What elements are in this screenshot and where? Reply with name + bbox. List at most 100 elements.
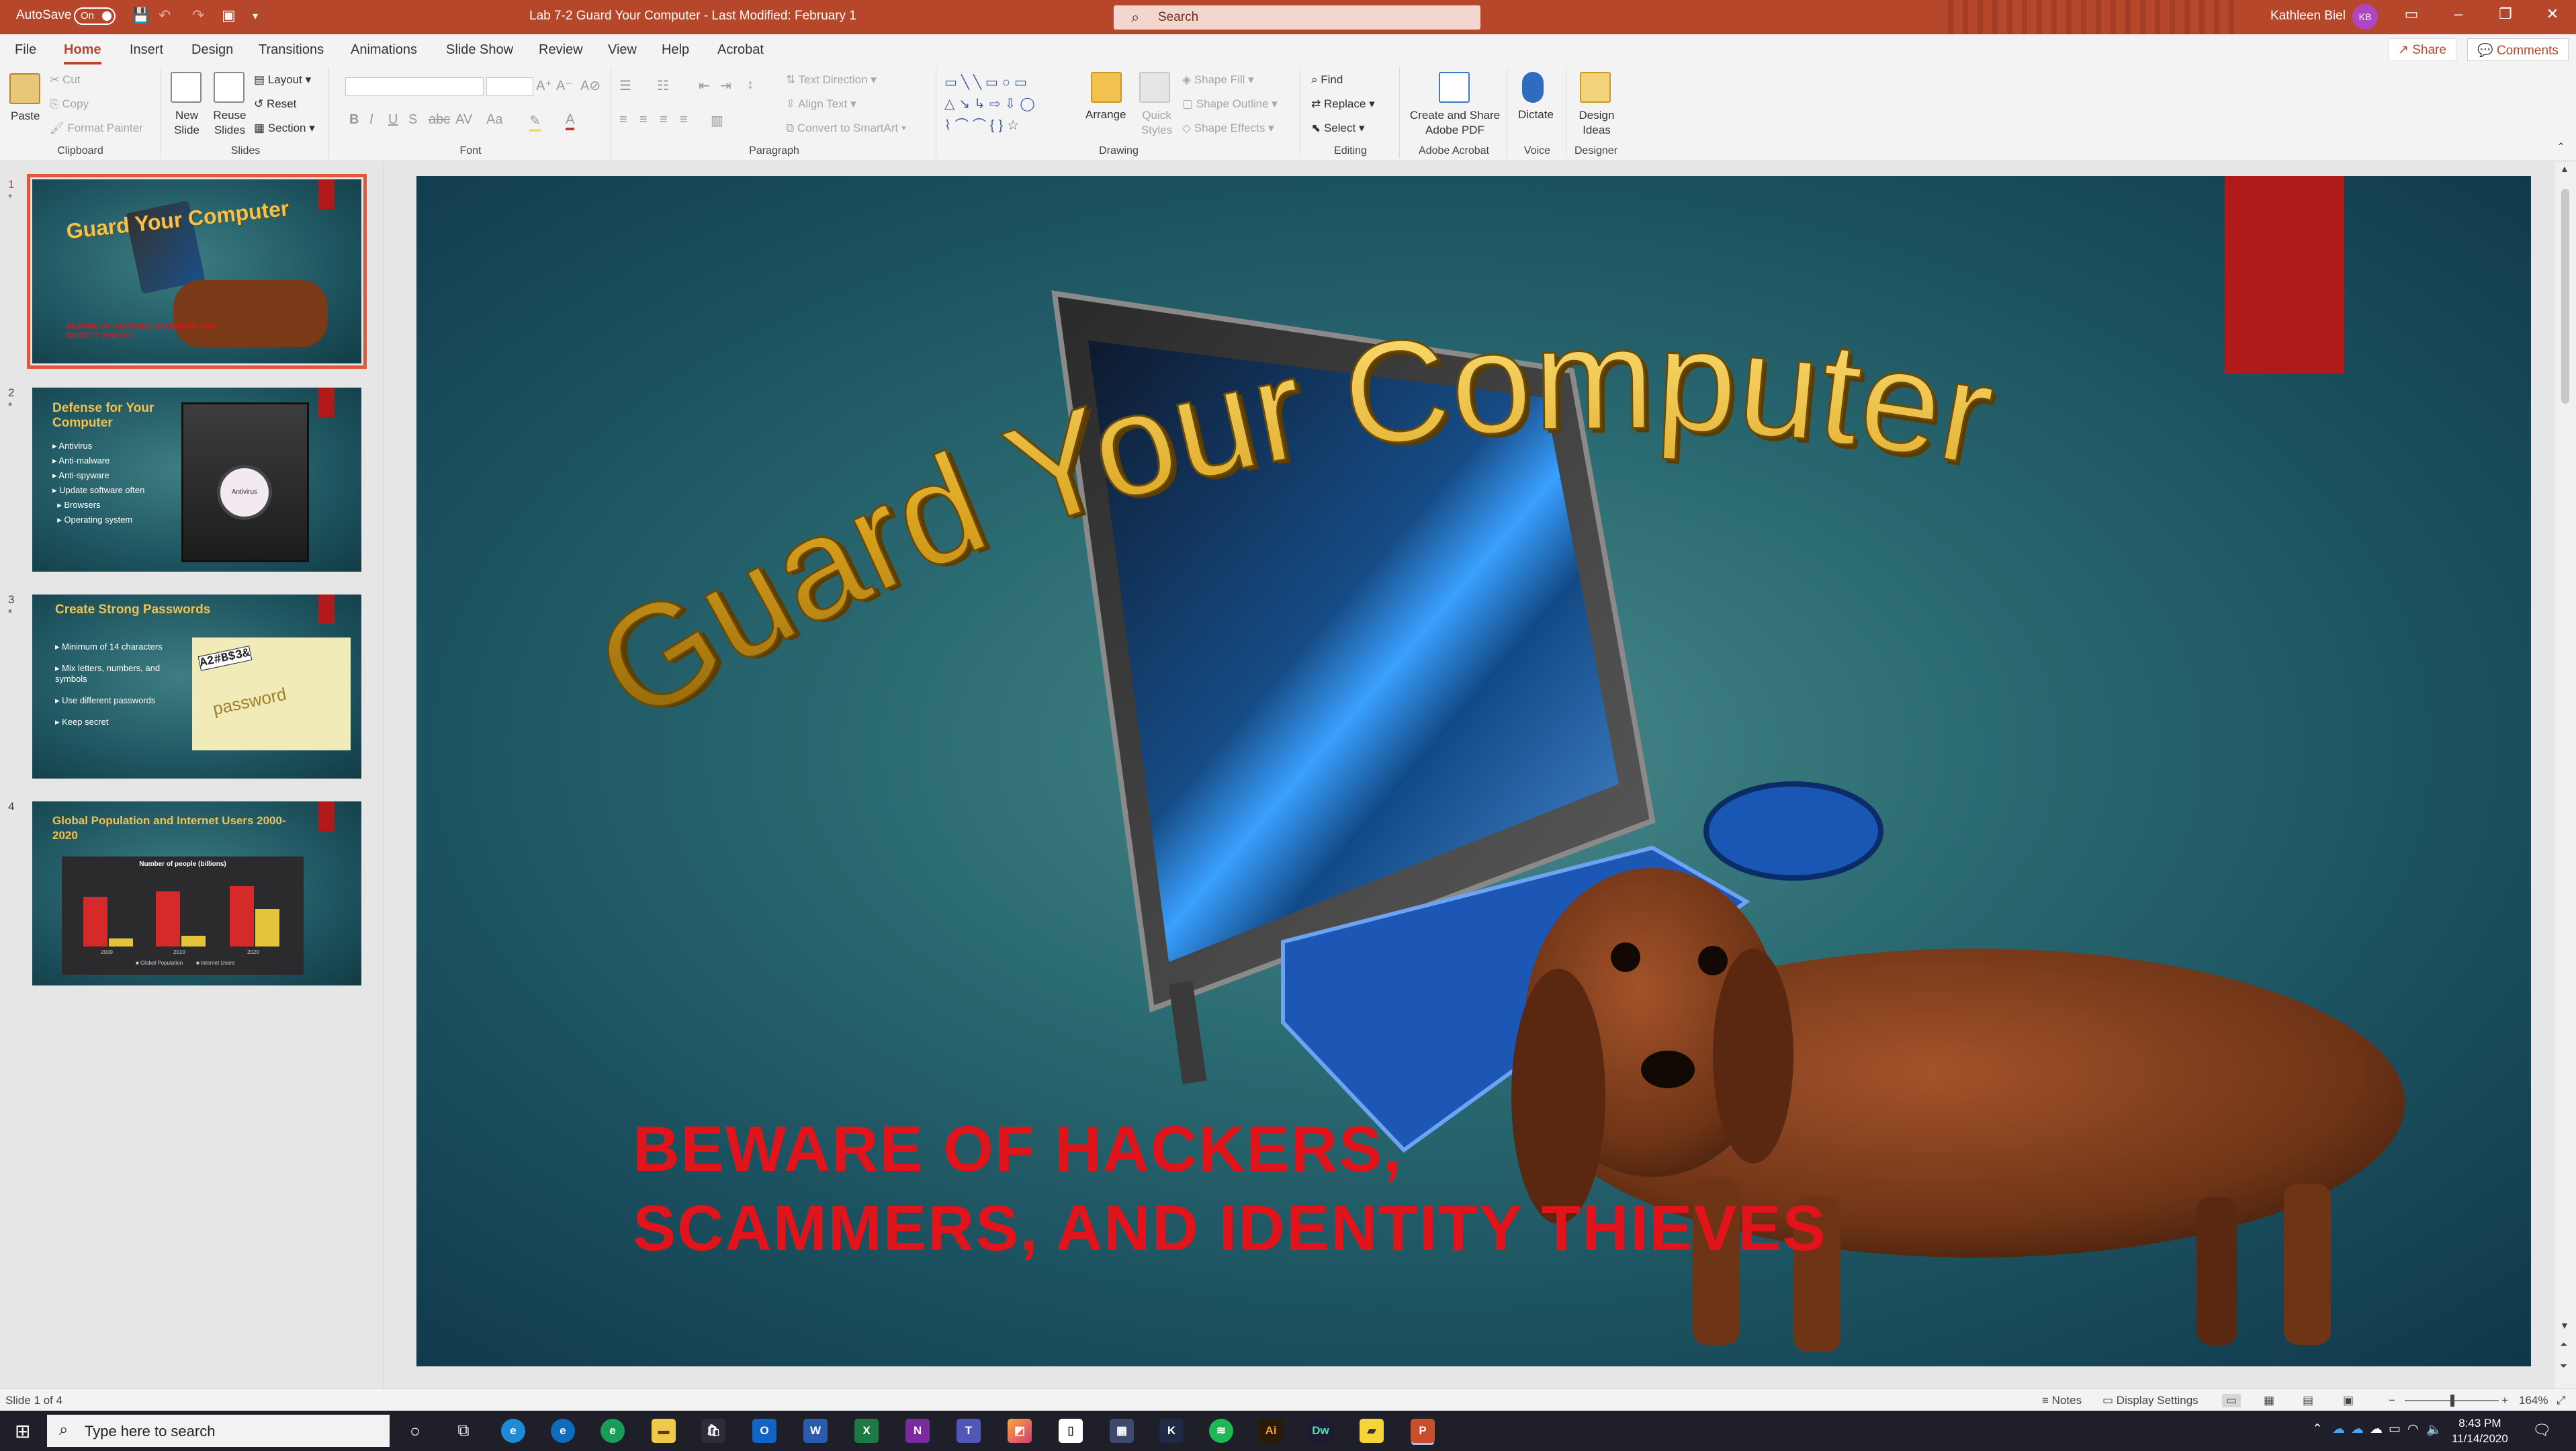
tab-transitions[interactable]: Transitions (259, 42, 324, 58)
zoom-out-icon[interactable]: − (2389, 1394, 2395, 1407)
tab-home[interactable]: Home (64, 42, 101, 64)
present-icon[interactable]: ▣ (222, 7, 236, 24)
highlight-icon[interactable]: ✎ (529, 112, 541, 132)
zoom-level[interactable]: 164% (2519, 1394, 2548, 1407)
shadow-icon[interactable]: S (408, 112, 417, 128)
convert-smartart-button[interactable]: ⧉ Convert to SmartArt ▾ (786, 122, 906, 135)
underline-icon[interactable]: U (388, 112, 398, 128)
windows-start-icon[interactable]: ⊞ (15, 1420, 30, 1442)
tab-help[interactable]: Help (662, 42, 689, 58)
vertical-scrollbar[interactable]: ▲ ▼ ⏶ ⏷ (2555, 162, 2576, 1389)
shape-outline-button[interactable]: ▢ Shape Outline ▾ (1182, 97, 1278, 111)
excel-icon[interactable]: X (854, 1419, 879, 1443)
quick-styles-icon[interactable] (1139, 72, 1170, 103)
fit-to-window-icon[interactable]: ⤢ (2557, 1394, 2566, 1407)
quick-styles-button[interactable]: Quick Styles (1137, 108, 1177, 138)
reuse-slides-button[interactable]: Reuse Slides (210, 108, 250, 138)
tab-file[interactable]: File (15, 42, 36, 58)
decrease-font-icon[interactable]: A⁻ (556, 77, 572, 94)
collapse-ribbon-icon[interactable]: ⌃ (2557, 140, 2565, 154)
display-settings-button[interactable]: ▭ Display Settings (2102, 1394, 2199, 1407)
next-slide-icon[interactable]: ⏷ (2560, 1360, 2567, 1372)
volume-icon[interactable]: 🔈 (2426, 1421, 2442, 1438)
increase-indent-icon[interactable]: ⇥ (720, 77, 731, 94)
reuse-slides-icon[interactable] (214, 72, 245, 103)
bullets-icon[interactable]: ☰ (619, 77, 631, 94)
tab-slide-show[interactable]: Slide Show (446, 42, 513, 58)
scroll-thumb[interactable] (2561, 189, 2569, 404)
paste-button[interactable]: Paste (11, 109, 40, 123)
slide-subtitle[interactable]: BEWARE OF HACKERS, SCAMMERS, AND IDENTIT… (633, 1110, 1827, 1268)
format-painter-button[interactable]: 🖌 Format Painter (50, 122, 143, 135)
scroll-down-icon[interactable]: ▼ (2560, 1320, 2569, 1331)
zoom-in-icon[interactable]: + (2501, 1394, 2508, 1407)
notes-button[interactable]: ≡ Notes (2042, 1394, 2082, 1407)
restore-icon[interactable]: ❐ (2492, 5, 2519, 23)
tab-acrobat[interactable]: Acrobat (717, 42, 764, 58)
sticky-notes-icon[interactable]: ▰ (1360, 1419, 1384, 1443)
main-slide[interactable]: Guard Your Computer Guard Your Computer … (416, 176, 2531, 1366)
justify-icon[interactable]: ≡ (680, 112, 688, 128)
task-view-icon[interactable]: ⧉ (451, 1419, 476, 1443)
font-color-icon[interactable]: A (566, 112, 575, 130)
undo-icon[interactable]: ↶ (159, 7, 171, 24)
slide-thumbnail-2[interactable]: Defense for Your Computer ▸ Antivirus ▸ … (32, 388, 361, 572)
strikethrough-icon[interactable]: abc (429, 112, 450, 128)
create-pdf-icon[interactable] (1439, 72, 1470, 103)
replace-button[interactable]: ⇄ Replace ▾ (1311, 97, 1375, 111)
section-button[interactable]: ▦ Section ▾ (254, 122, 315, 135)
dreamweaver-icon[interactable]: Dw (1308, 1419, 1333, 1443)
zoom-slider-handle[interactable] (2450, 1395, 2454, 1407)
comments-button[interactable]: 💬 Comments (2467, 38, 2569, 61)
close-icon[interactable]: ✕ (2539, 5, 2566, 23)
customize-qat-icon[interactable]: ▾ (253, 9, 258, 23)
tab-insert[interactable]: Insert (130, 42, 163, 58)
shape-fill-button[interactable]: ◈ Shape Fill ▾ (1182, 73, 1254, 87)
zoom-slider[interactable] (2405, 1395, 2499, 1407)
reset-button[interactable]: ↺ Reset (254, 97, 296, 111)
slideshow-view-icon[interactable]: ▣ (2343, 1394, 2354, 1407)
text-direction-button[interactable]: ⇅ Text Direction ▾ (786, 73, 877, 87)
user-name[interactable]: Kathleen Biel (2270, 9, 2346, 24)
find-button[interactable]: ⌕ Find (1311, 73, 1343, 87)
slide-thumbnail-4[interactable]: Global Population and Internet Users 200… (32, 801, 361, 985)
copy-button[interactable]: ⎘ Copy (50, 97, 89, 111)
design-ideas-icon[interactable] (1580, 72, 1611, 103)
calculator-icon[interactable]: ▦ (1110, 1419, 1134, 1443)
create-share-pdf-button[interactable]: Create and Share Adobe PDF (1407, 108, 1503, 138)
microphone-icon[interactable] (1522, 72, 1544, 103)
notifications-icon[interactable]: 🗨 (2532, 1421, 2551, 1439)
edge-dev-icon[interactable]: e (601, 1419, 625, 1443)
tab-design[interactable]: Design (191, 42, 233, 58)
file-explorer-icon[interactable]: ▬ (652, 1419, 676, 1443)
normal-view-icon[interactable]: ▭ (2222, 1394, 2241, 1407)
spotify-icon[interactable]: ≋ (1209, 1419, 1233, 1443)
autosave-toggle[interactable]: On (74, 7, 116, 25)
char-spacing-icon[interactable]: AV (455, 112, 472, 128)
align-text-button[interactable]: ⇳ Align Text ▾ (786, 97, 856, 111)
slide-sorter-icon[interactable]: ▦ (2264, 1394, 2274, 1407)
inkscape-icon[interactable]: K (1159, 1419, 1184, 1443)
line-spacing-icon[interactable]: ↕ (747, 77, 754, 93)
slide-thumbnail-1[interactable]: Guard Your Computer BEWARE OF HACKERS, S… (27, 174, 367, 369)
previous-slide-icon[interactable]: ⏶ (2560, 1339, 2567, 1350)
onedrive-business-icon[interactable]: ☁ (2351, 1421, 2364, 1437)
word-icon[interactable]: W (803, 1419, 828, 1443)
bold-icon[interactable]: B (349, 112, 359, 128)
tab-view[interactable]: View (608, 42, 637, 58)
paste-icon[interactable] (9, 73, 40, 104)
taskbar-search[interactable]: ⌕ Type here to search (47, 1415, 390, 1447)
redo-icon[interactable]: ↷ (192, 7, 204, 24)
ribbon-display-icon[interactable]: ▭ (2398, 5, 2425, 23)
avatar[interactable]: KB (2352, 4, 2378, 30)
document-title[interactable]: Lab 7-2 Guard Your Computer - Last Modif… (529, 9, 856, 24)
italic-icon[interactable]: I (369, 112, 373, 128)
reading-view-icon[interactable]: ▤ (2303, 1394, 2313, 1407)
tray-chevron-icon[interactable]: ⌃ (2312, 1421, 2323, 1437)
edge-icon[interactable]: e (501, 1419, 525, 1443)
tab-animations[interactable]: Animations (351, 42, 417, 58)
save-icon[interactable]: 💾 (132, 7, 150, 24)
slide-thumbnail-3[interactable]: Create Strong Passwords ▸ Minimum of 14 … (32, 595, 361, 779)
photos-icon[interactable]: ◩ (1008, 1419, 1032, 1443)
search-box[interactable]: ⌕ Search (1114, 5, 1480, 30)
